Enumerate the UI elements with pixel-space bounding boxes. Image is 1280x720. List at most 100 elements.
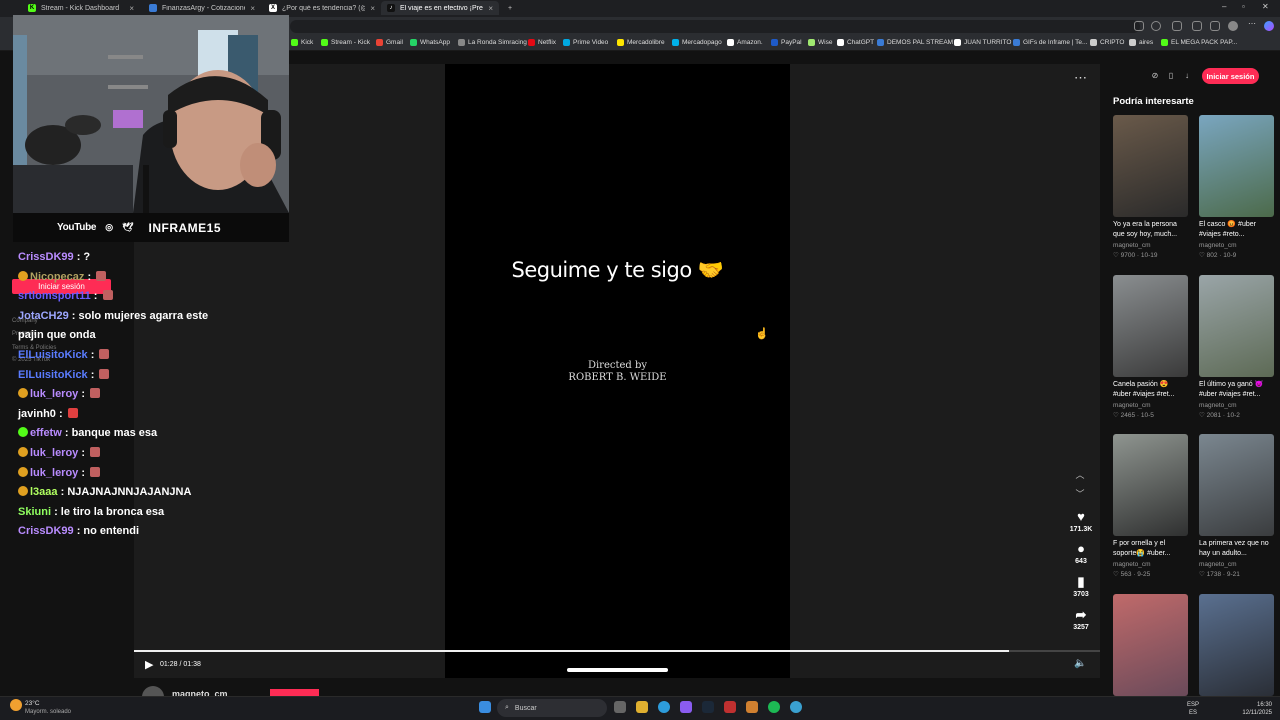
browser-icon[interactable] bbox=[790, 701, 802, 713]
discord-icon[interactable] bbox=[680, 701, 692, 713]
new-tab-button[interactable]: + bbox=[502, 1, 518, 15]
bookmark-item[interactable]: WhatsApp bbox=[410, 39, 450, 46]
notes-icon[interactable] bbox=[746, 701, 758, 713]
card-caption[interactable]: Yo ya era la persona que soy hoy, much..… bbox=[1113, 220, 1188, 240]
next-video-icon[interactable]: ﹀ bbox=[1072, 487, 1088, 500]
bookmark-item[interactable]: Mercadolibre bbox=[617, 39, 665, 46]
extension-icon[interactable] bbox=[1134, 21, 1144, 31]
bookmark-item[interactable]: Netflix bbox=[528, 39, 556, 46]
search-icon: ⌕ bbox=[505, 704, 509, 711]
language-indicator[interactable]: ESP ES bbox=[1187, 701, 1199, 717]
tab-tiktok[interactable]: ♪ El viaje es en efectivo ¡Prepárate... … bbox=[381, 1, 499, 15]
card-caption[interactable]: Canela pasión 😍 #uber #viajes #ret... bbox=[1113, 380, 1188, 400]
close-icon[interactable]: × bbox=[488, 4, 493, 13]
close-icon[interactable]: × bbox=[250, 4, 255, 13]
comment-button[interactable]: ● 643 bbox=[1066, 542, 1096, 566]
suggestion-card[interactable] bbox=[1113, 594, 1188, 696]
maximize-icon[interactable]: ▫ bbox=[1242, 2, 1245, 11]
refresh-icon[interactable] bbox=[1172, 21, 1182, 31]
card-author[interactable]: magneto_cm bbox=[1199, 402, 1274, 409]
card-author[interactable]: magneto_cm bbox=[1113, 561, 1188, 568]
card-thumbnail[interactable] bbox=[1113, 594, 1188, 696]
copilot-icon[interactable] bbox=[1264, 21, 1274, 31]
minimize-icon[interactable]: – bbox=[1222, 2, 1226, 11]
bookmark-item[interactable]: Wise bbox=[808, 39, 832, 46]
tab-finanzas[interactable]: FinanzasArgy - Cotizaciones en ti... × bbox=[143, 1, 261, 15]
login-button[interactable]: Iniciar sesión bbox=[1202, 68, 1259, 84]
card-caption[interactable]: La primera vez que no hay un adulto... bbox=[1199, 539, 1274, 559]
bookmark-item[interactable]: Prime Video bbox=[563, 39, 608, 46]
close-icon[interactable]: × bbox=[370, 4, 375, 13]
card-thumbnail[interactable] bbox=[1199, 275, 1274, 377]
bookmark-item[interactable]: JUAN TURRITO bbox=[954, 39, 1011, 46]
bookmark-item[interactable]: PayPal bbox=[771, 39, 802, 46]
bookmark-item[interactable]: Gmail bbox=[376, 39, 403, 46]
explorer-icon[interactable] bbox=[636, 701, 648, 713]
bookmark-item[interactable]: CRIPTO bbox=[1090, 39, 1124, 46]
download-icon[interactable]: ↓ bbox=[1182, 71, 1192, 81]
bookmark-item[interactable]: La Ronda Simracing bbox=[458, 39, 527, 46]
follow-button[interactable] bbox=[270, 689, 319, 696]
more-options-icon[interactable]: ⋯ bbox=[1074, 70, 1087, 86]
tab-kick-dashboard[interactable]: K Stream - Kick Dashboard × bbox=[22, 1, 140, 15]
bookmark-item[interactable]: Kick bbox=[291, 39, 313, 46]
like-button[interactable]: ♥ 171.3K bbox=[1066, 510, 1096, 534]
card-thumbnail[interactable] bbox=[1199, 115, 1274, 217]
card-caption[interactable]: El casco 😡 #uber #viajes #reto... bbox=[1199, 220, 1274, 240]
bookmark-item[interactable]: aires bbox=[1129, 39, 1153, 46]
bookmark-item[interactable]: Mercadopago bbox=[672, 39, 722, 46]
suggestion-card[interactable]: El último ya ganó 😈 #uber #viajes #ret..… bbox=[1199, 275, 1274, 419]
phone-icon[interactable]: ▯ bbox=[1166, 71, 1176, 81]
app-icon[interactable] bbox=[724, 701, 736, 713]
card-thumbnail[interactable] bbox=[1199, 594, 1274, 696]
profile-avatar[interactable] bbox=[1228, 21, 1238, 31]
edge-icon[interactable] bbox=[658, 701, 670, 713]
split-icon[interactable] bbox=[1192, 21, 1202, 31]
card-author[interactable]: magneto_cm bbox=[1113, 402, 1188, 409]
suggestion-card[interactable]: La primera vez que no hay un adulto... ma… bbox=[1199, 434, 1274, 578]
chat-username: l3aaa bbox=[30, 486, 58, 499]
card-caption[interactable]: F por ornella y el soporte😭 #uber... bbox=[1113, 539, 1188, 559]
bookmark-item[interactable]: EL MEGA PACK PAP... bbox=[1161, 39, 1237, 46]
bookmark-item[interactable]: Amazon. bbox=[727, 39, 763, 46]
card-thumbnail[interactable] bbox=[1199, 434, 1274, 536]
close-icon[interactable]: × bbox=[129, 4, 134, 13]
card-thumbnail[interactable] bbox=[1113, 275, 1188, 377]
suggestion-card[interactable]: El casco 😡 #uber #viajes #reto... magneto… bbox=[1199, 115, 1274, 259]
spotify-icon[interactable] bbox=[768, 701, 780, 713]
card-author[interactable]: magneto_cm bbox=[1113, 242, 1188, 249]
suggestion-card[interactable]: Canela pasión 😍 #uber #viajes #ret... mag… bbox=[1113, 275, 1188, 419]
card-author[interactable]: magneto_cm bbox=[1199, 242, 1274, 249]
bookmark-item[interactable]: Stream - Kick bbox=[321, 39, 370, 46]
card-thumbnail[interactable] bbox=[1113, 434, 1188, 536]
volume-icon[interactable]: 🔈 bbox=[1074, 658, 1086, 669]
weather-icon[interactable] bbox=[10, 699, 22, 711]
suggestion-card[interactable]: Yo ya era la persona que soy hoy, much..… bbox=[1113, 115, 1188, 259]
card-caption[interactable]: El último ya ganó 😈 #uber #viajes #ret..… bbox=[1199, 380, 1274, 400]
star-icon[interactable] bbox=[1151, 21, 1161, 31]
card-author[interactable]: magneto_cm bbox=[1199, 561, 1274, 568]
card-thumbnail[interactable] bbox=[1113, 115, 1188, 217]
bookmark-item[interactable]: ChatGPT bbox=[837, 39, 874, 46]
save-button[interactable]: ▮ 3703 bbox=[1066, 575, 1096, 599]
clock[interactable]: 16:30 12/11/2025 bbox=[1236, 701, 1272, 717]
compass-icon[interactable]: ⊘ bbox=[1150, 71, 1160, 81]
suggestion-card[interactable]: F por ornella y el soporte😭 #uber... magn… bbox=[1113, 434, 1188, 578]
chat-username: ElLuisitoKick bbox=[18, 348, 88, 361]
favorites-icon[interactable] bbox=[1210, 21, 1220, 31]
bookmark-item[interactable]: DEMOS PAL STREAM bbox=[877, 39, 953, 46]
start-icon[interactable] bbox=[479, 701, 491, 713]
taskview-icon[interactable] bbox=[614, 701, 626, 713]
scrub-handle[interactable] bbox=[567, 668, 668, 672]
suggestion-card[interactable] bbox=[1199, 594, 1274, 696]
taskbar-search[interactable]: ⌕ Buscar bbox=[497, 699, 607, 717]
steam-icon[interactable] bbox=[702, 701, 714, 713]
play-icon[interactable]: ▶ bbox=[145, 658, 153, 671]
bookmark-item[interactable]: GIFs de Inframe | Te... bbox=[1013, 39, 1087, 46]
url-input[interactable] bbox=[290, 20, 1140, 33]
close-window-icon[interactable]: ✕ bbox=[1262, 2, 1269, 11]
menu-icon[interactable]: ⋯ bbox=[1248, 19, 1258, 29]
share-button[interactable]: ➦ 3257 bbox=[1066, 608, 1096, 632]
tab-twitter[interactable]: X ¿Por qué es tendencia? (@porqu... × bbox=[263, 1, 381, 15]
previous-video-icon[interactable]: ︿ bbox=[1072, 468, 1088, 481]
